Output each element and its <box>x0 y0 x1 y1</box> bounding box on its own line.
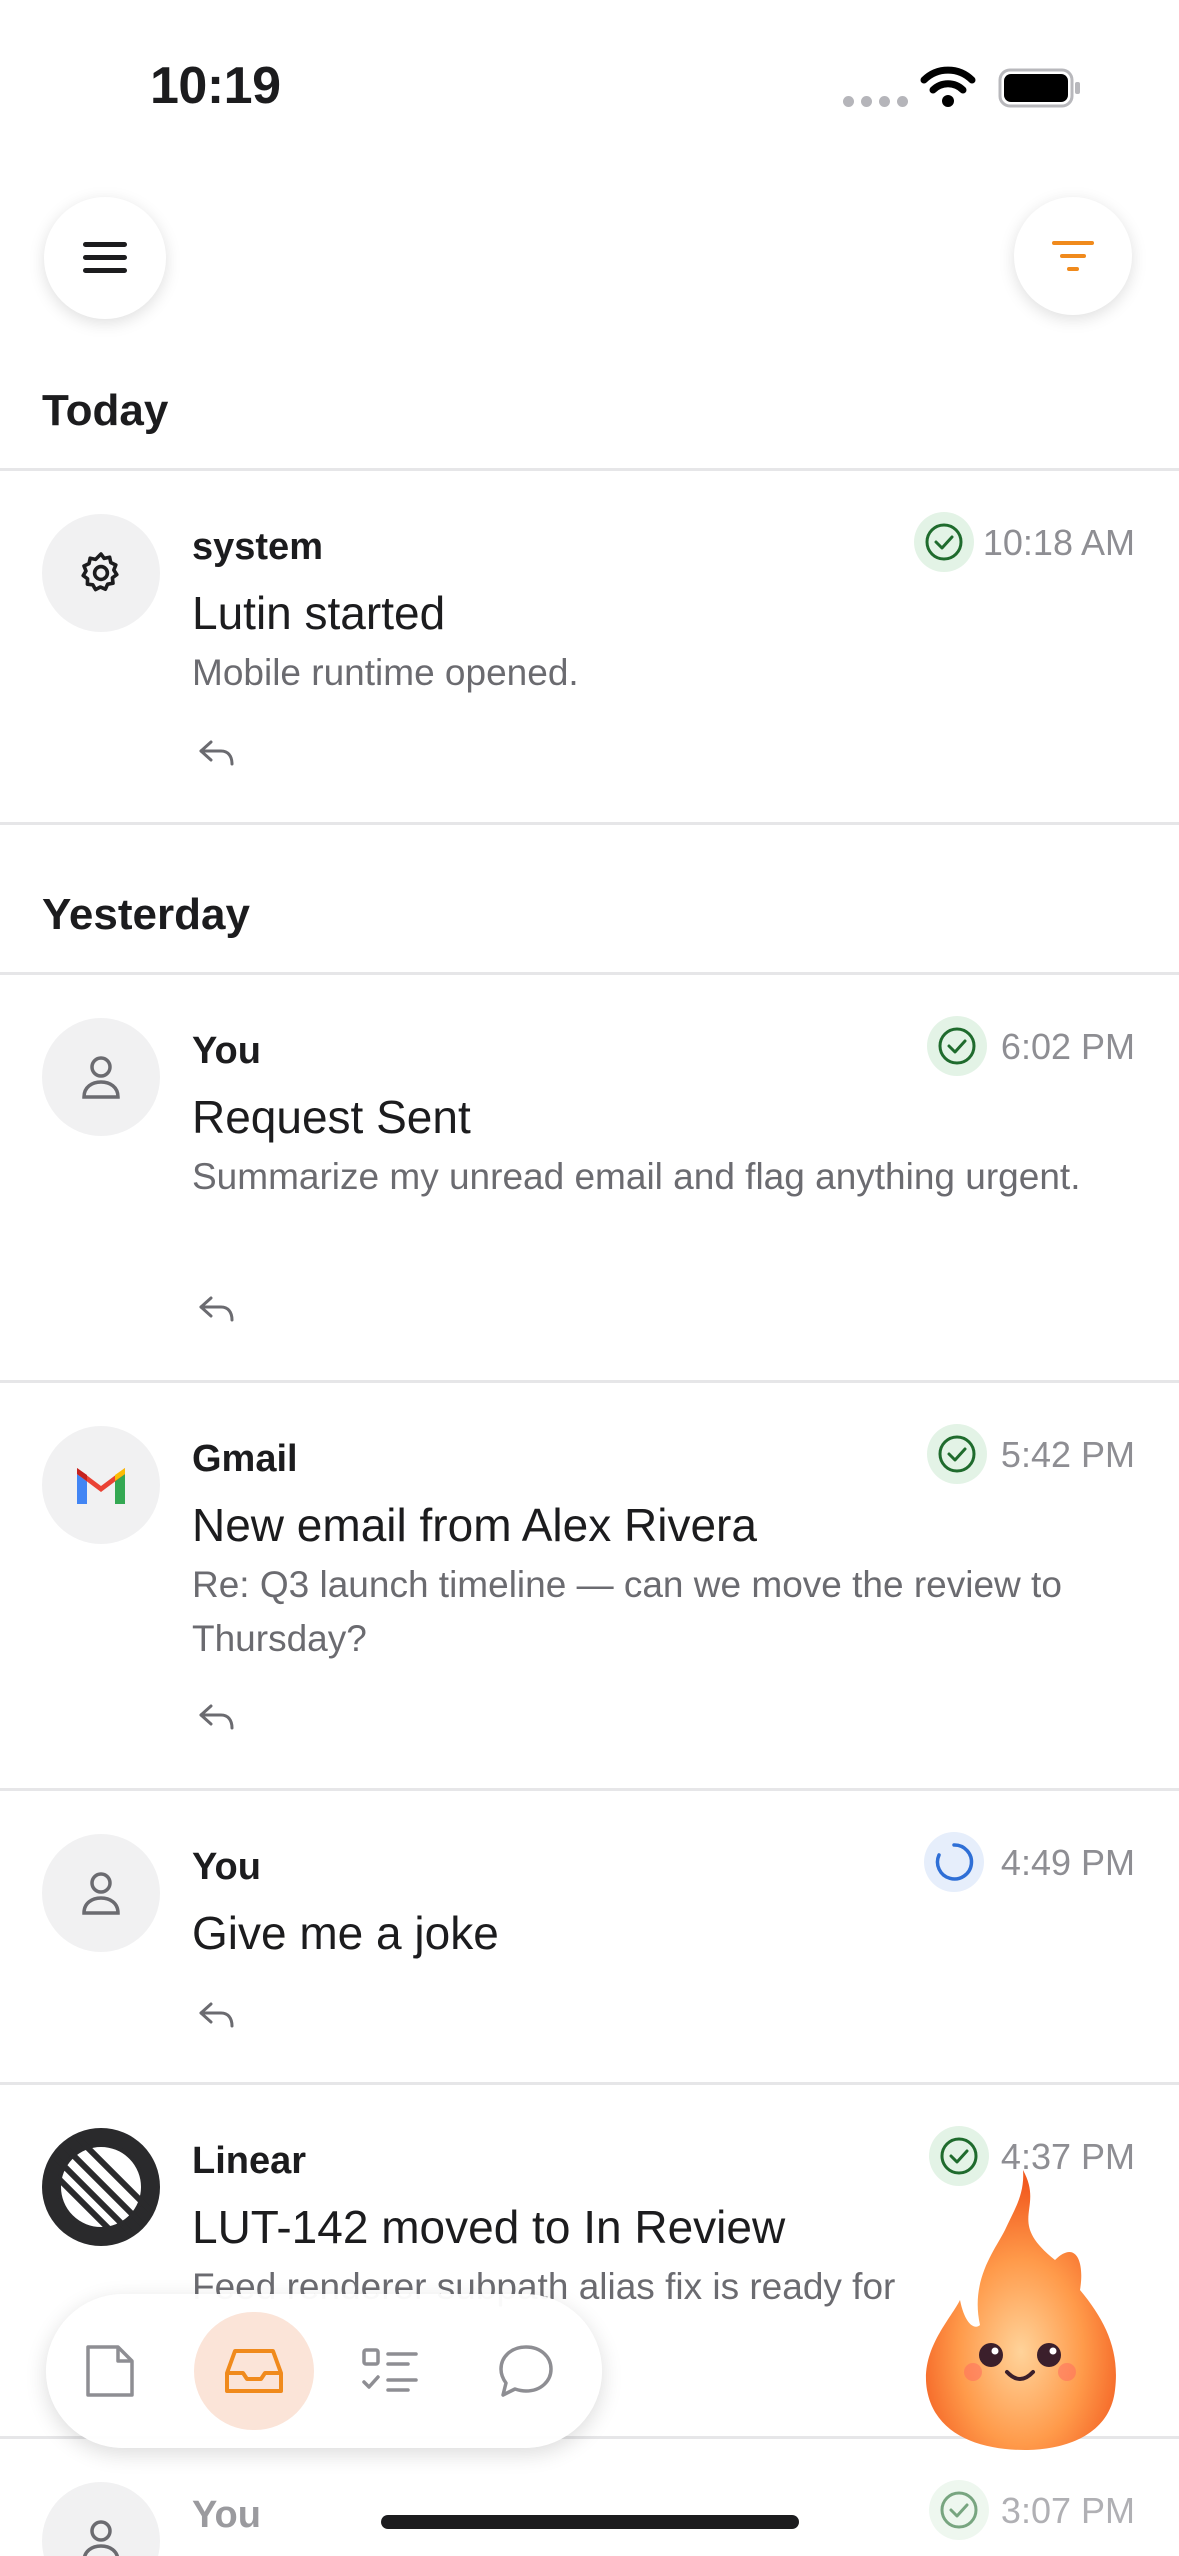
feed-item[interactable]: You Request Sent Summarize my unread ema… <box>0 974 1179 1380</box>
nav-inbox[interactable] <box>194 2312 314 2430</box>
item-source: You <box>192 1846 261 1888</box>
nav-chat[interactable] <box>466 2312 586 2430</box>
reply-icon[interactable] <box>197 738 237 770</box>
inbox-icon <box>225 2349 283 2393</box>
item-timestamp: 6:02 PM <box>1000 1026 1135 1067</box>
person-icon <box>82 1056 120 1099</box>
item-title: LUT-142 moved to In Review <box>192 2201 786 2253</box>
item-timestamp: 3:07 PM <box>1000 2490 1135 2531</box>
feed-item[interactable]: system Lutin started Mobile runtime open… <box>0 470 1179 822</box>
divider <box>0 822 1179 825</box>
avatar <box>42 2482 160 2556</box>
menu-button[interactable] <box>44 197 166 319</box>
item-title: Request Sent <box>192 1091 471 1143</box>
gear-icon <box>81 552 119 592</box>
item-title: Lutin started <box>192 587 446 639</box>
battery-icon <box>998 68 1080 108</box>
reply-icon[interactable] <box>197 2000 237 2032</box>
item-source: You <box>192 1030 261 1072</box>
item-timestamp: 5:42 PM <box>1000 1434 1135 1475</box>
gmail-logo <box>77 1468 125 1504</box>
status-time: 10:19 <box>150 57 281 115</box>
avatar <box>42 1426 160 1544</box>
bottom-nav <box>46 2294 602 2448</box>
item-source: You <box>192 2494 261 2536</box>
person-icon <box>82 1872 120 1915</box>
nav-tasks[interactable] <box>330 2312 450 2430</box>
tasks-icon <box>362 2348 418 2392</box>
avatar <box>42 514 160 632</box>
avatar <box>42 2128 160 2246</box>
avatar <box>42 1834 160 1952</box>
hamburger-icon <box>83 242 127 273</box>
item-title: Give me a joke <box>192 1907 499 1959</box>
item-body: Mobile runtime opened. <box>192 652 579 693</box>
reply-icon[interactable] <box>197 1702 237 1734</box>
item-source: Linear <box>192 2140 307 2182</box>
item-timestamp: 4:49 PM <box>1000 1842 1135 1883</box>
reply-icon[interactable] <box>197 1294 237 1326</box>
nav-documents[interactable] <box>50 2312 170 2430</box>
status-done-icon <box>914 512 974 572</box>
linear-logo <box>49 2135 153 2239</box>
person-icon <box>83 2520 119 2556</box>
document-icon <box>86 2345 134 2397</box>
item-title: New email from Alex Rivera <box>192 1499 757 1551</box>
item-body: Summarize my unread email and flag anyth… <box>192 1156 1081 1197</box>
status-done-icon <box>929 2480 989 2540</box>
item-source: Gmail <box>192 1438 298 1480</box>
filter-icon <box>1052 241 1094 271</box>
status-pending-icon <box>924 1832 984 1892</box>
item-timestamp: 10:18 AM <box>982 522 1135 563</box>
item-body: Re: Q3 launch timeline — can we move the… <box>192 1564 1062 1659</box>
home-indicator <box>381 2515 799 2529</box>
chat-icon <box>499 2345 553 2397</box>
wifi-icon <box>920 66 976 107</box>
status-done-icon <box>927 1424 987 1484</box>
status-done-icon <box>927 1016 987 1076</box>
flame-mascot-icon[interactable] <box>905 2150 1145 2460</box>
cellular-signal-icon <box>843 96 908 107</box>
section-yesterday-title: Yesterday <box>42 890 250 939</box>
section-today-title: Today <box>42 386 169 435</box>
feed-item[interactable]: Gmail New email from Alex Rivera Re: Q3 … <box>0 1382 1179 1788</box>
item-source: system <box>192 526 323 568</box>
avatar <box>42 1018 160 1136</box>
feed-item[interactable]: You Give me a joke 4:49 PM <box>0 1790 1179 2082</box>
filter-button[interactable] <box>1014 197 1132 315</box>
